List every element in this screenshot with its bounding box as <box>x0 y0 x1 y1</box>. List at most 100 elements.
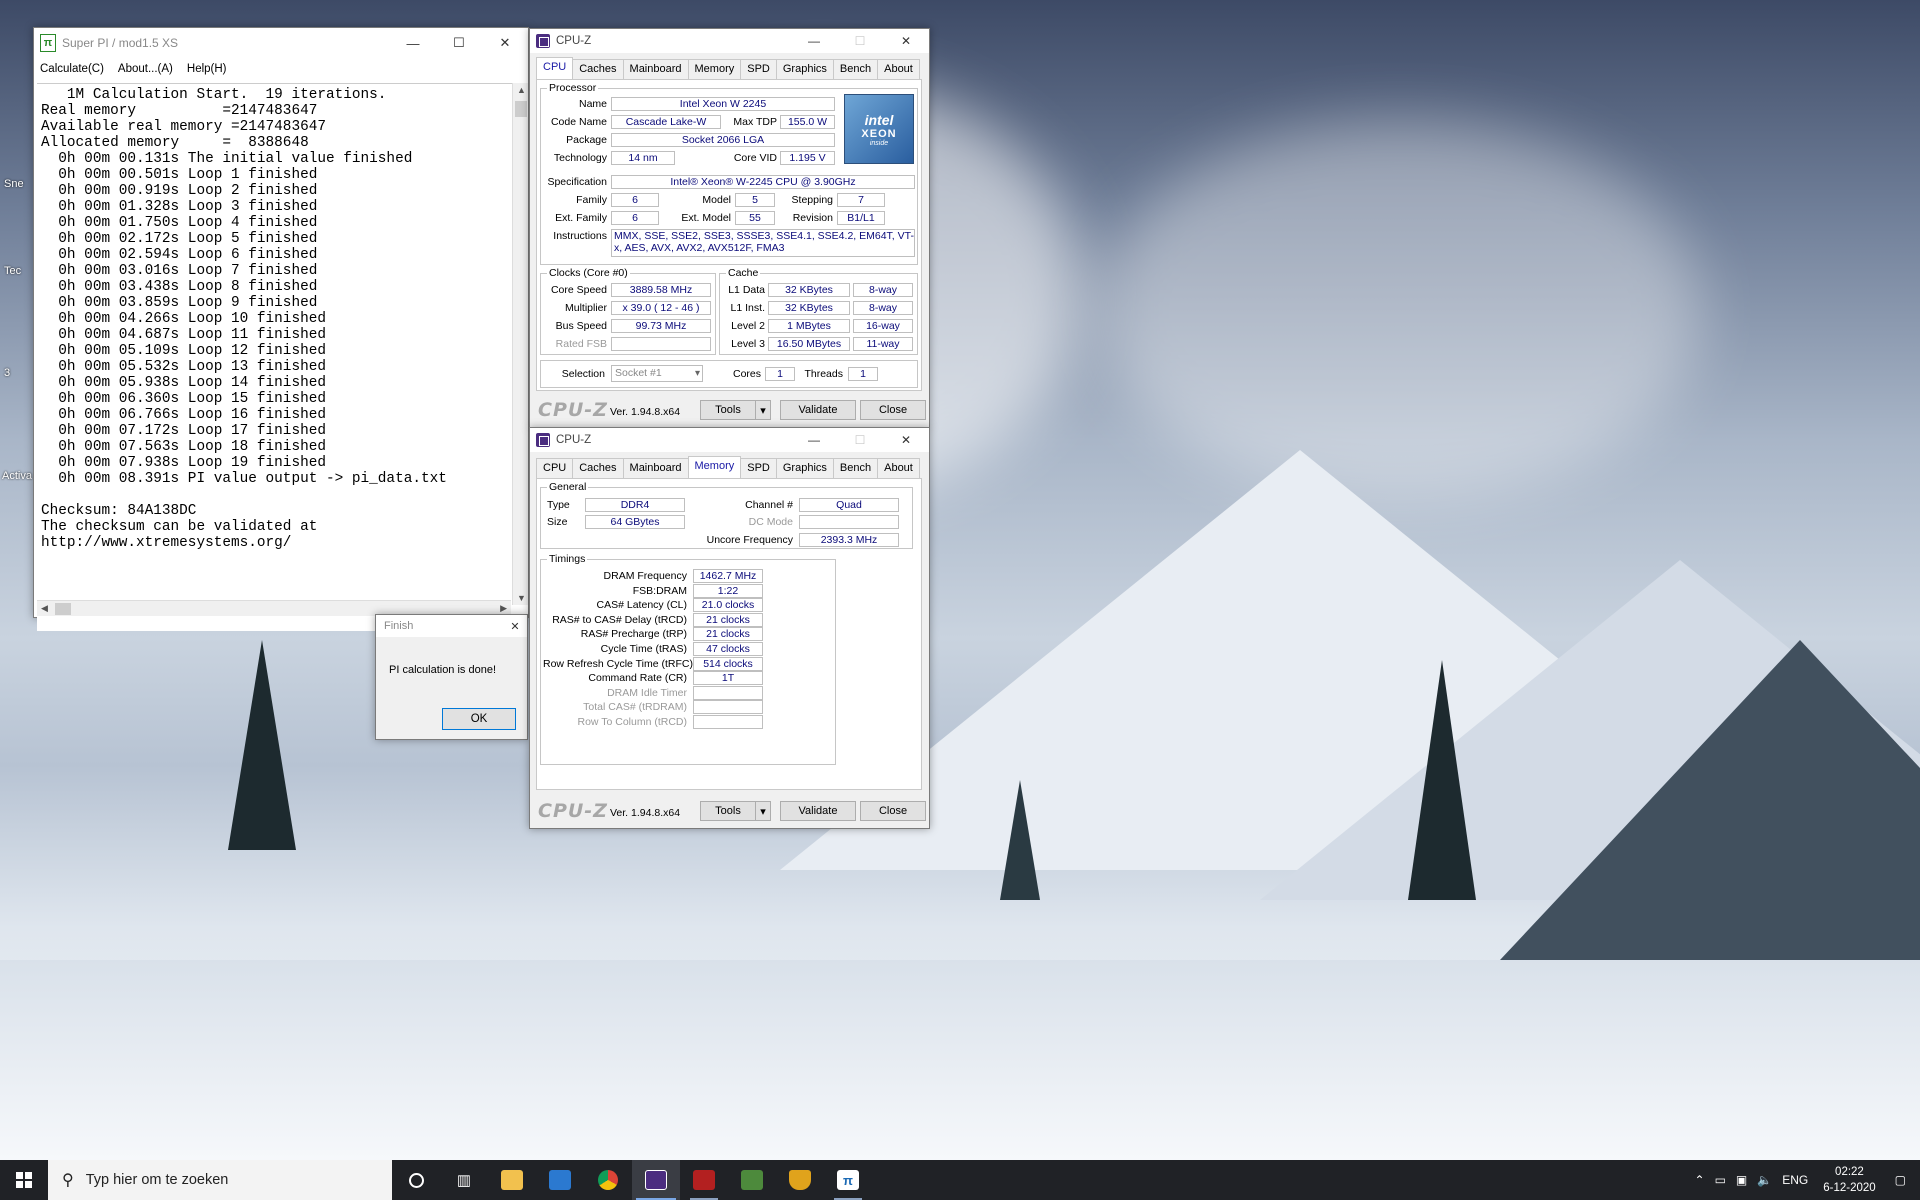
cpu-ratedfsb <box>611 337 711 351</box>
tab-spd[interactable]: SPD <box>740 59 777 79</box>
mail-icon[interactable] <box>536 1160 584 1200</box>
notifications-icon[interactable]: ▢ <box>1895 1173 1906 1187</box>
tab-memory[interactable]: Memory <box>687 59 742 79</box>
clocks-legend: Clocks (Core #0) <box>549 267 628 279</box>
l1data-label: L1 Data <box>728 284 765 296</box>
tools-button[interactable]: Tools <box>700 801 756 821</box>
close-button[interactable]: Close <box>860 801 926 821</box>
menu-about[interactable]: About...(A) <box>118 63 173 75</box>
close-icon[interactable]: ✕ <box>482 28 528 58</box>
cache-l1data-way: 8-way <box>853 283 913 297</box>
close-icon[interactable]: ✕ <box>883 428 929 452</box>
tab-about[interactable]: About <box>877 458 920 478</box>
menu-help[interactable]: Help(H) <box>187 63 227 75</box>
minimize-icon[interactable]: — <box>791 29 837 53</box>
aida-taskbar-icon[interactable] <box>680 1160 728 1200</box>
minimize-icon[interactable]: — <box>390 28 436 58</box>
cpuz-title: CPU-Z <box>556 434 592 446</box>
scroll-thumb[interactable] <box>515 101 527 117</box>
tab-graphics[interactable]: Graphics <box>775 458 834 478</box>
meet-now-icon[interactable]: ▭ <box>1715 1173 1726 1187</box>
cache-l2: 1 MBytes <box>768 319 850 333</box>
ok-button[interactable]: OK <box>442 708 516 730</box>
console-line: 0h 00m 08.391s PI value output -> pi_dat… <box>41 471 447 487</box>
tab-caches[interactable]: Caches <box>572 458 624 478</box>
tools-button[interactable]: Tools <box>700 400 756 420</box>
scroll-down-icon[interactable]: ▼ <box>517 593 526 603</box>
tools-dropdown-icon[interactable]: ▾ <box>755 400 771 420</box>
cpu-corevid: 1.195 V <box>780 151 835 165</box>
tab-mainboard[interactable]: Mainboard <box>622 59 689 79</box>
timing-value: 1:22 <box>693 583 763 598</box>
tab-bench[interactable]: Bench <box>832 458 879 478</box>
family-label: Family <box>576 194 607 206</box>
superpi-taskbar-icon[interactable]: π <box>824 1160 872 1200</box>
file-explorer-icon[interactable] <box>488 1160 536 1200</box>
cpuz-titlebar[interactable]: CPU-Z — ☐ ✕ <box>530 428 929 452</box>
codename-label: Code Name <box>550 116 607 128</box>
tab-graphics[interactable]: Graphics <box>775 59 834 79</box>
cpu-name: Intel Xeon W 2245 <box>611 97 835 111</box>
maximize-icon: ☐ <box>854 433 866 447</box>
taskbar-search-box[interactable]: ⚲ Typ hier om te zoeken <box>48 1160 392 1200</box>
revision-label: Revision <box>792 212 833 224</box>
tab-cpu[interactable]: CPU <box>536 57 574 79</box>
finish-titlebar[interactable]: Finish ✕ <box>376 615 527 637</box>
menu-calculate[interactable]: Calculate(C) <box>40 63 104 75</box>
timing-value <box>693 685 763 700</box>
taskbar-clock[interactable]: 02:22 6-12-2020 <box>1823 1164 1875 1196</box>
validate-button[interactable]: Validate <box>780 400 856 420</box>
app-green-icon[interactable] <box>728 1160 776 1200</box>
cpuz-footer: CPU-Z Ver. 1.94.8.x64 Tools ▾ Validate C… <box>530 796 929 828</box>
console-line: http://www.xtremesystems.org/ <box>41 535 292 551</box>
tab-cpu[interactable]: CPU <box>536 458 574 478</box>
close-icon[interactable]: ✕ <box>503 615 527 637</box>
cpuz-taskbar-icon[interactable] <box>632 1160 680 1200</box>
maximize-icon[interactable]: ☐ <box>436 28 482 58</box>
cpuz-app-icon <box>536 433 550 447</box>
cpuz-titlebar[interactable]: CPU-Z — ☐ ✕ <box>530 29 929 53</box>
minimize-icon[interactable]: — <box>791 428 837 452</box>
cortana-icon[interactable] <box>392 1160 440 1200</box>
tab-spd[interactable]: SPD <box>740 458 777 478</box>
maximize-icon: ☐ <box>854 34 866 48</box>
network-icon[interactable]: ▣ <box>1736 1173 1747 1187</box>
superpi-titlebar[interactable]: π Super PI / mod1.5 XS — ☐ ✕ <box>34 28 528 58</box>
tab-mainboard[interactable]: Mainboard <box>622 458 689 478</box>
volume-icon[interactable]: 🔈 <box>1757 1173 1772 1187</box>
task-view-icon[interactable]: ▥ <box>440 1160 488 1200</box>
desktop-icon-label[interactable]: 3 <box>4 367 30 379</box>
cpuz-version: Ver. 1.94.8.x64 <box>610 406 681 418</box>
socket-select[interactable]: Socket #1 <box>611 365 703 382</box>
tools-dropdown-icon[interactable]: ▾ <box>755 801 771 821</box>
model-label: Model <box>702 194 731 206</box>
cpu-maxtdp: 155.0 W <box>780 115 835 129</box>
chevron-up-icon[interactable]: ⌃ <box>1695 1173 1705 1187</box>
tab-memory[interactable]: Memory <box>687 456 742 478</box>
maxtdp-label: Max TDP <box>733 116 777 128</box>
cpu-busspeed: 99.73 MHz <box>611 319 711 333</box>
windows-start-icon[interactable] <box>0 1160 48 1200</box>
desktop-icon-label[interactable]: Sne <box>4 178 30 190</box>
tab-bench[interactable]: Bench <box>832 59 879 79</box>
chrome-icon[interactable] <box>584 1160 632 1200</box>
tab-about[interactable]: About <box>877 59 920 79</box>
shield-icon[interactable] <box>776 1160 824 1200</box>
scroll-up-icon[interactable]: ▲ <box>517 85 526 95</box>
intel-logo-tag: inside <box>869 139 889 147</box>
validate-button[interactable]: Validate <box>780 801 856 821</box>
cpu-corespeed: 3889.58 MHz <box>611 283 711 297</box>
console-line: 0h 00m 04.266s Loop 10 finished <box>41 311 326 327</box>
scroll-thumb[interactable] <box>55 603 71 615</box>
vertical-scrollbar[interactable]: ▲ ▼ <box>512 83 528 605</box>
desktop-icon-label[interactable]: Activa <box>2 470 32 482</box>
cpuz-brand: CPU-Z <box>538 399 608 421</box>
scroll-left-icon[interactable]: ◀ <box>41 603 48 614</box>
desktop-icon-label[interactable]: Tec <box>4 265 30 277</box>
scroll-right-icon[interactable]: ▶ <box>500 603 507 614</box>
taskbar: ⚲ Typ hier om te zoeken ▥ π ⌃ ▭ ▣ 🔈 ENG … <box>0 1160 1920 1200</box>
tab-caches[interactable]: Caches <box>572 59 624 79</box>
close-button[interactable]: Close <box>860 400 926 420</box>
language-indicator[interactable]: ENG <box>1782 1173 1808 1187</box>
close-icon[interactable]: ✕ <box>883 29 929 53</box>
